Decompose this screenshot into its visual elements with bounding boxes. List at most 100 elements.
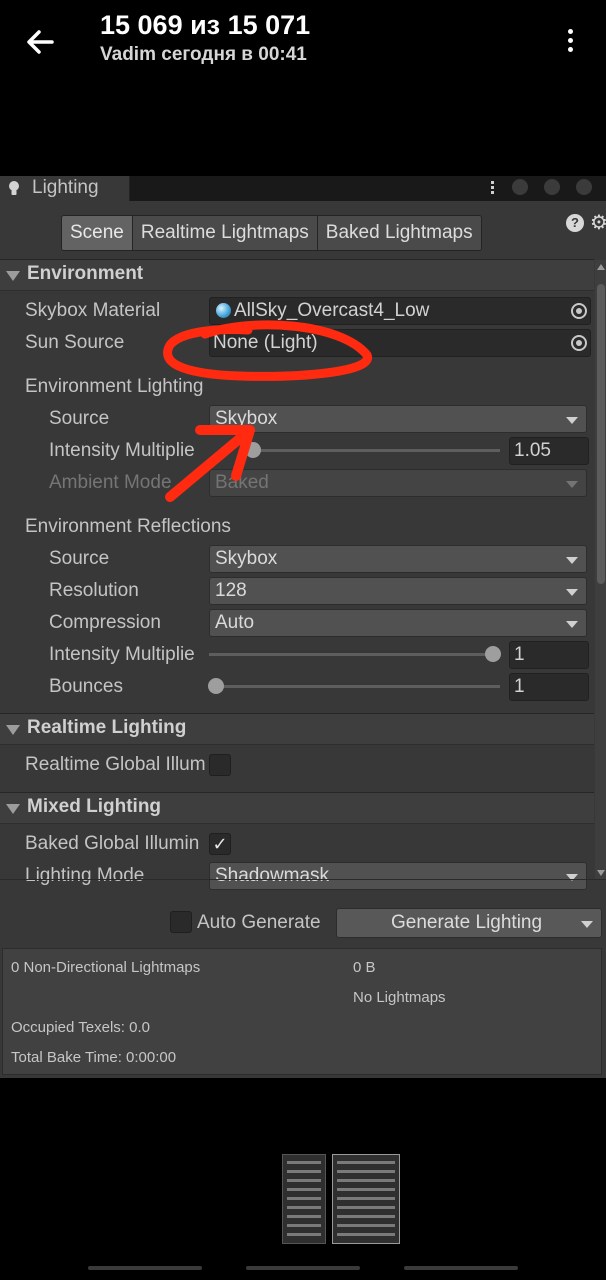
bounces-slider-thumb[interactable]: [208, 678, 224, 694]
intensity-slider-thumb[interactable]: [245, 442, 261, 458]
viewer-top-bar: 15 069 из 15 071 Vadim сегодня в 00:41: [0, 0, 606, 90]
lightmap-size: 0 B: [353, 959, 376, 976]
section-title: Mixed Lighting: [27, 796, 162, 817]
chevron-down-icon: [566, 481, 578, 488]
window-tab-label: Lighting: [32, 177, 99, 198]
sun-source-label: Sun Source: [25, 332, 125, 353]
resolution-dropdown[interactable]: 128: [209, 577, 587, 605]
baked-gi-checkbox[interactable]: ✓: [209, 833, 231, 855]
lighting-source-value: Skybox: [215, 408, 278, 429]
occupied-texels: Occupied Texels: 0.0: [11, 1019, 150, 1036]
chevron-down-icon: [566, 417, 578, 424]
lighting-source-dropdown[interactable]: Skybox: [209, 405, 587, 433]
scroll-thumb[interactable]: [597, 284, 605, 584]
ambient-mode-value: Baked: [215, 472, 269, 493]
mixed-lighting-section-header[interactable]: Mixed Lighting: [0, 792, 594, 824]
help-icon[interactable]: ?: [566, 214, 584, 232]
intensity-slider-track[interactable]: [250, 449, 500, 452]
scroll-up-icon[interactable]: [597, 264, 605, 270]
reflection-intensity-slider-track[interactable]: [209, 653, 500, 656]
window-control-dot[interactable]: [512, 179, 528, 195]
auto-generate-checkbox[interactable]: [170, 911, 192, 933]
lighting-window: Lighting Scene Realtime Lightmaps Baked …: [0, 176, 606, 1078]
ambient-mode-label: Ambient Mode: [49, 472, 172, 493]
thumbnail[interactable]: [282, 1154, 326, 1244]
reflection-source-label: Source: [49, 548, 110, 569]
thumbnail-current[interactable]: [332, 1154, 400, 1244]
window-control-dot[interactable]: [576, 179, 592, 195]
window-tab-bar: Lighting: [0, 176, 606, 201]
skybox-material-value: AllSky_Overcast4_Low: [234, 300, 430, 321]
baked-gi-label: Baked Global Illumin: [25, 833, 200, 854]
resolution-value: 128: [215, 580, 247, 601]
object-picker-icon[interactable]: [571, 303, 587, 319]
lighting-window-tab[interactable]: Lighting: [0, 176, 130, 201]
intensity-field[interactable]: 1.05: [509, 437, 589, 465]
lighting-mode-label: Lighting Mode: [25, 865, 145, 886]
bounces-value: 1: [514, 676, 525, 697]
no-lightmaps-text: No Lightmaps: [353, 989, 446, 1006]
realtime-gi-checkbox[interactable]: [209, 754, 231, 776]
fold-arrow-icon: [6, 804, 20, 814]
tab-baked-lightmaps[interactable]: Baked Lightmaps: [317, 216, 481, 250]
generate-lighting-label: Generate Lighting: [391, 912, 543, 933]
skybox-material-label: Skybox Material: [25, 300, 161, 321]
intensity-value: 1.05: [514, 440, 551, 461]
section-title: Environment: [27, 263, 144, 284]
compression-value: Auto: [215, 612, 255, 633]
chevron-down-icon: [566, 589, 578, 596]
realtime-gi-label: Realtime Global Illum: [25, 754, 206, 775]
bounces-slider-track[interactable]: [216, 685, 500, 688]
lightmap-count: 0 Non-Directional Lightmaps: [11, 959, 201, 976]
fold-arrow-icon: [6, 271, 20, 281]
reflection-intensity-slider-thumb[interactable]: [485, 646, 501, 662]
fold-arrow-icon: [6, 725, 20, 735]
tab-realtime-lightmaps[interactable]: Realtime Lightmaps: [132, 216, 318, 250]
scroll-down-icon[interactable]: [597, 870, 605, 876]
realtime-lighting-section-header[interactable]: Realtime Lighting: [0, 713, 594, 745]
compression-dropdown[interactable]: Auto: [209, 609, 587, 637]
arrow-left-icon: [27, 30, 54, 54]
sun-source-field[interactable]: None (Light): [209, 329, 591, 357]
reflection-source-value: Skybox: [215, 548, 278, 569]
lighting-mode-value: Shadowmask: [215, 865, 330, 886]
object-picker-icon[interactable]: [571, 335, 587, 351]
reflection-intensity-field[interactable]: 1: [509, 641, 589, 669]
bake-time: Total Bake Time: 0:00:00: [11, 1049, 177, 1066]
chevron-down-icon: [566, 621, 578, 628]
bounces-label: Bounces: [49, 676, 123, 697]
bounces-field[interactable]: 1: [509, 673, 589, 701]
nav-bar-indicator: [88, 1266, 202, 1270]
auto-generate-label: Auto Generate: [197, 912, 321, 933]
lightbulb-icon: [9, 181, 19, 195]
compression-label: Compression: [49, 612, 161, 633]
generate-lighting-button[interactable]: Generate Lighting: [336, 908, 602, 938]
reflection-intensity-label: Intensity Multiplie: [49, 644, 195, 665]
window-control-dot[interactable]: [544, 179, 560, 195]
lighting-mode-dropdown[interactable]: Shadowmask: [209, 862, 587, 890]
environment-reflections-label: Environment Reflections: [25, 516, 231, 537]
image-counter: 15 069 из 15 071: [100, 10, 311, 40]
chevron-down-icon: [566, 557, 578, 564]
tab-scene[interactable]: Scene: [62, 216, 133, 250]
back-button[interactable]: [20, 22, 60, 62]
intensity-multiplier-label: Intensity Multiplie: [49, 440, 195, 461]
lightmap-stats-panel: 0 Non-Directional Lightmaps 0 B No Light…: [2, 948, 602, 1075]
window-menu-icon[interactable]: [489, 180, 495, 196]
sender-timestamp: Vadim сегодня в 00:41: [100, 44, 307, 65]
lighting-tabs: Scene Realtime Lightmaps Baked Lightmaps: [61, 215, 482, 251]
environment-section-header[interactable]: Environment: [0, 259, 594, 291]
gear-icon[interactable]: ⚙: [590, 212, 606, 234]
reflection-intensity-value: 1: [514, 644, 525, 665]
more-options-button[interactable]: [556, 26, 584, 58]
resolution-label: Resolution: [49, 580, 139, 601]
section-title: Realtime Lighting: [27, 717, 187, 738]
chevron-down-icon[interactable]: [581, 921, 593, 928]
material-sphere-icon: [216, 303, 231, 318]
reflection-source-dropdown[interactable]: Skybox: [209, 545, 587, 573]
more-vertical-icon: [567, 29, 573, 34]
skybox-material-field[interactable]: AllSky_Overcast4_Low: [209, 297, 591, 325]
lighting-source-label: Source: [49, 408, 110, 429]
environment-lighting-label: Environment Lighting: [25, 376, 204, 397]
nav-bar-indicator: [246, 1266, 360, 1270]
